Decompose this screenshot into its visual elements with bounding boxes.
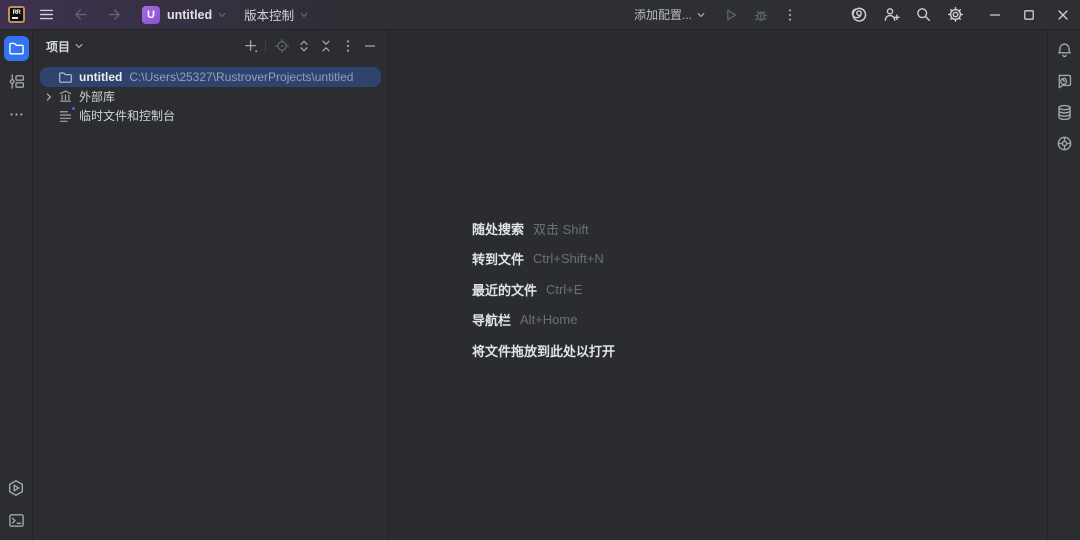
scratches-label: 临时文件和控制台 [79, 107, 175, 124]
rustrover-logo-icon: RR [8, 6, 25, 23]
ai-spiral-icon [850, 6, 868, 24]
badge-dot [71, 106, 76, 111]
shortcut-navigation-bar: 导航栏 Alt+Home [472, 305, 615, 336]
search-icon [915, 6, 932, 23]
chevron-right-icon[interactable] [41, 91, 57, 103]
chevron-down-icon [216, 9, 228, 21]
add-button[interactable] [241, 36, 261, 56]
chevron-down-icon[interactable] [73, 40, 85, 52]
project-panel-title[interactable]: 项目 [46, 38, 70, 55]
ai-assistant-tool-window-button[interactable] [1052, 69, 1077, 94]
forward-arrow-icon [106, 6, 123, 23]
tree-row-scratches[interactable]: 临时文件和控制台 [33, 106, 388, 125]
folder-icon [8, 40, 25, 57]
shortcut-recent-files: 最近的文件 Ctrl+E [472, 274, 615, 305]
logo-text: RR [13, 10, 21, 16]
collapse-all-button[interactable] [316, 36, 336, 56]
close-button[interactable] [1046, 0, 1080, 30]
shortcut-search-everywhere: 随处搜索 双击 Shift [472, 213, 615, 244]
vcs-label: 版本控制 [244, 5, 294, 24]
tree-row-external-libraries[interactable]: 外部库 [33, 87, 388, 106]
right-toolbar [1047, 30, 1080, 540]
kebab-menu-icon [782, 7, 798, 23]
database-icon [1056, 104, 1073, 121]
ai-chat-icon [1056, 73, 1073, 90]
more-dots-icon [8, 106, 25, 123]
forward-button[interactable] [106, 0, 123, 30]
tree-row-project-root[interactable]: untitled C:\Users\25327\RustroverProject… [40, 67, 381, 87]
back-button[interactable] [72, 0, 89, 30]
debug-button[interactable] [753, 0, 769, 30]
minimize-button[interactable] [978, 0, 1012, 30]
back-arrow-icon [72, 6, 89, 23]
project-tree: untitled C:\Users\25327\RustroverProject… [33, 62, 388, 125]
terminal-icon [8, 512, 25, 529]
editor-empty-state: 随处搜索 双击 Shift 转到文件 Ctrl+Shift+N 最近的文件 Ct… [472, 213, 615, 366]
rustrover-window: RR U untitled 版本控制 添加配置... [0, 0, 1080, 540]
project-widget[interactable]: U untitled [142, 0, 228, 30]
plus-icon [243, 38, 259, 54]
settings-button[interactable] [947, 0, 964, 30]
minus-icon [362, 38, 378, 54]
run-config-label: 添加配置... [634, 6, 692, 23]
run-button[interactable] [723, 0, 739, 30]
more-tool-windows-button[interactable] [4, 102, 29, 127]
notifications-button[interactable] [1052, 38, 1077, 63]
kebab-menu-icon [340, 38, 356, 54]
folder-icon [57, 70, 74, 85]
services-icon [7, 479, 25, 497]
more-actions-button[interactable] [782, 0, 798, 30]
maximize-icon [1021, 7, 1037, 23]
project-name: untitled [167, 8, 212, 22]
services-tool-window-button[interactable] [4, 475, 29, 500]
project-panel-header: 项目 [33, 30, 388, 62]
add-user-icon [883, 6, 900, 23]
project-root-name: untitled [79, 70, 122, 84]
library-icon [57, 89, 74, 104]
hide-panel-button[interactable] [360, 36, 380, 56]
main-menu-button[interactable] [38, 0, 55, 30]
editor-area: 随处搜索 双击 Shift 转到文件 Ctrl+Shift+N 最近的文件 Ct… [389, 30, 1047, 540]
project-panel: 项目 [33, 30, 388, 540]
play-icon [723, 7, 739, 23]
close-icon [1055, 7, 1071, 23]
left-toolbar [0, 30, 33, 540]
cargo-tool-window-button[interactable] [1052, 131, 1077, 156]
project-badge: U [142, 6, 160, 24]
gear-icon [947, 6, 964, 23]
database-tool-window-button[interactable] [1052, 100, 1077, 125]
ai-assistant-button[interactable] [850, 0, 868, 30]
commit-icon [8, 73, 25, 90]
titlebar: RR U untitled 版本控制 添加配置... [0, 0, 1080, 30]
commit-tool-window-button[interactable] [4, 69, 29, 94]
panel-options-button[interactable] [338, 36, 358, 56]
external-libraries-label: 外部库 [79, 88, 115, 105]
project-root-path: C:\Users\25327\RustroverProjects\untitle… [129, 70, 353, 84]
expand-all-icon [296, 38, 312, 54]
cargo-icon [1056, 135, 1073, 152]
project-tool-window-button[interactable] [4, 36, 29, 61]
maximize-button[interactable] [1012, 0, 1046, 30]
expand-all-button[interactable] [294, 36, 314, 56]
locate-target-icon [274, 38, 290, 54]
code-with-me-button[interactable] [883, 0, 900, 30]
select-opened-file-button[interactable] [272, 36, 292, 56]
shortcut-drop-files: 将文件拖放到此处以打开 [472, 335, 615, 366]
bug-icon [753, 7, 769, 23]
search-everywhere-button[interactable] [915, 0, 932, 30]
chevron-down-icon [298, 9, 310, 21]
chevron-down-icon [695, 9, 707, 21]
shortcut-goto-file: 转到文件 Ctrl+Shift+N [472, 244, 615, 275]
bell-icon [1056, 42, 1073, 59]
collapse-all-icon [318, 38, 334, 54]
run-configurations-dropdown[interactable]: 添加配置... [634, 0, 707, 30]
minimize-icon [987, 7, 1003, 23]
vcs-widget[interactable]: 版本控制 [244, 0, 310, 30]
hamburger-icon [38, 6, 55, 23]
terminal-tool-window-button[interactable] [4, 508, 29, 533]
scratches-icon [57, 108, 74, 123]
